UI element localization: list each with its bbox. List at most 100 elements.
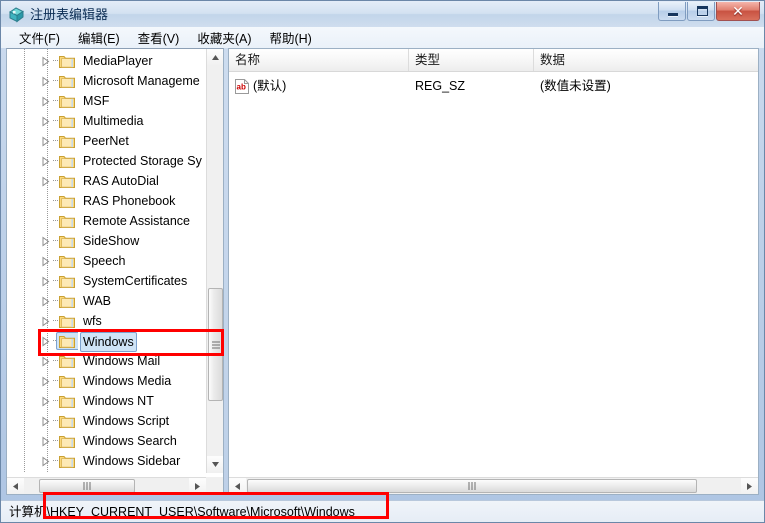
tree-node[interactable]: Protected Storage Sy <box>7 151 206 171</box>
cell-name: (默认) <box>253 79 287 93</box>
folder-icon <box>59 374 75 388</box>
folder-icon <box>59 314 75 328</box>
expand-triangle-icon[interactable] <box>40 456 51 467</box>
tree-node[interactable]: MediaPlayer <box>7 51 206 71</box>
expand-triangle-icon[interactable] <box>40 236 51 247</box>
tree-node-label: Protected Storage Sy <box>83 154 202 168</box>
cell-data: (数值未设置) <box>540 79 611 93</box>
table-row[interactable]: ab (默认) REG_SZ (数值未设置) <box>229 76 758 97</box>
tree-node-label: Windows <box>80 332 137 352</box>
tree-node-label: WAB <box>83 294 112 308</box>
folder-icon <box>59 454 75 468</box>
scroll-down-icon[interactable] <box>207 456 223 473</box>
tree-vertical-scrollbar-thumb[interactable] <box>208 288 223 401</box>
close-button[interactable]: ✕ <box>716 2 760 21</box>
scroll-right-icon[interactable] <box>741 478 758 494</box>
expand-triangle-icon[interactable] <box>40 336 51 347</box>
list-horizontal-scrollbar-thumb[interactable] <box>247 479 697 493</box>
scrollbar-corner <box>206 477 223 494</box>
tree-node-label: Windows Search <box>83 434 177 448</box>
tree-node[interactable]: Speech <box>7 251 206 271</box>
menu-help[interactable]: 帮助(H) <box>260 26 320 50</box>
tree-node-label: SideShow <box>83 234 140 248</box>
tree-node-selected[interactable]: Windows <box>7 331 206 352</box>
expand-triangle-icon[interactable] <box>40 256 51 267</box>
title-bar[interactable]: 注册表编辑器 ✕ <box>1 1 764 27</box>
expand-triangle-icon[interactable] <box>40 296 51 307</box>
menu-favorites[interactable]: 收藏夹(A) <box>188 26 260 50</box>
tree-node-list: MediaPlayer Microsoft Manageme MSF Multimed… <box>7 49 206 473</box>
tree-horizontal-scrollbar[interactable] <box>7 477 206 494</box>
folder-icon <box>59 434 75 448</box>
scroll-right-icon[interactable] <box>189 478 206 494</box>
scroll-left-icon[interactable] <box>229 478 246 494</box>
column-type[interactable]: 类型 <box>409 49 534 71</box>
tree-node[interactable]: SystemCertificates <box>7 271 206 291</box>
cell-type: REG_SZ <box>415 79 466 93</box>
folder-icon <box>59 234 75 248</box>
tree-node[interactable]: Windows Script <box>7 411 206 431</box>
menu-bar: 文件(F) 编辑(E) 查看(V) 收藏夹(A) 帮助(H) <box>1 27 764 48</box>
tree-node[interactable]: Windows Sidebar <box>7 451 206 471</box>
list-horizontal-scrollbar[interactable] <box>229 477 758 494</box>
expand-triangle-icon[interactable] <box>40 136 51 147</box>
expand-triangle-icon[interactable] <box>40 96 51 107</box>
scrollbar-grip-icon <box>468 482 476 490</box>
tree-node-label: Remote Assistance <box>83 214 190 228</box>
registry-editor-window: 注册表编辑器 ✕ 文件(F) 编辑(E) 查看(V) 收藏夹(A) 帮助(H) … <box>0 0 765 523</box>
minimize-icon <box>668 13 678 16</box>
expand-triangle-icon[interactable] <box>40 56 51 67</box>
expand-triangle-icon[interactable] <box>40 376 51 387</box>
scroll-left-icon[interactable] <box>7 478 24 494</box>
tree-node[interactable]: RAS AutoDial <box>7 171 206 191</box>
tree-node[interactable]: Windows Media <box>7 371 206 391</box>
tree-node[interactable]: wfs <box>7 311 206 331</box>
expand-triangle-icon[interactable] <box>40 396 51 407</box>
expand-triangle-icon[interactable] <box>40 116 51 127</box>
tree-node-label: Microsoft Manageme <box>83 74 200 88</box>
scroll-up-icon[interactable] <box>207 49 223 66</box>
tree-node[interactable]: Windows NT <box>7 391 206 411</box>
maximize-button[interactable] <box>687 2 715 21</box>
tree-node[interactable]: PeerNet <box>7 131 206 151</box>
tree-node[interactable]: SideShow <box>7 231 206 251</box>
scrollbar-grip-icon <box>83 482 91 490</box>
folder-icon <box>59 54 75 68</box>
folder-icon <box>59 94 75 108</box>
scrollbar-grip-icon <box>211 341 220 348</box>
tree-node[interactable]: Windows Search <box>7 431 206 451</box>
tree-vertical-scrollbar[interactable] <box>206 49 223 473</box>
tree-node[interactable]: MSF <box>7 91 206 111</box>
string-value-icon: ab <box>235 79 249 94</box>
expand-triangle-icon[interactable] <box>40 176 51 187</box>
menu-edit[interactable]: 编辑(E) <box>69 26 129 50</box>
column-name[interactable]: 名称 <box>229 49 409 71</box>
folder-icon <box>59 214 75 228</box>
folder-icon <box>59 294 75 308</box>
registry-values-panel: 名称 类型 数据 ab (默认) REG_SZ (数值未设置) <box>228 48 759 495</box>
tree-node[interactable]: RAS Phonebook <box>7 191 206 211</box>
folder-icon <box>59 334 75 348</box>
minimize-button[interactable] <box>658 2 686 21</box>
folder-icon <box>59 114 75 128</box>
expand-triangle-icon[interactable] <box>40 276 51 287</box>
maximize-icon <box>697 6 708 16</box>
tree-node[interactable]: WAB <box>7 291 206 311</box>
tree-node[interactable]: Windows Mail <box>7 351 206 371</box>
folder-icon <box>59 174 75 188</box>
expand-triangle-icon[interactable] <box>40 76 51 87</box>
status-bar: 计算机\HKEY_CURRENT_USER\Software\Microsoft… <box>1 500 764 522</box>
expand-triangle-icon[interactable] <box>40 436 51 447</box>
menu-view[interactable]: 查看(V) <box>129 26 189 50</box>
menu-file[interactable]: 文件(F) <box>10 26 69 50</box>
expand-triangle-icon[interactable] <box>40 356 51 367</box>
expand-triangle-icon[interactable] <box>40 416 51 427</box>
expand-triangle-icon[interactable] <box>40 156 51 167</box>
folder-icon <box>59 394 75 408</box>
tree-horizontal-scrollbar-thumb[interactable] <box>39 479 135 493</box>
expand-triangle-icon[interactable] <box>40 316 51 327</box>
column-data[interactable]: 数据 <box>534 49 758 71</box>
tree-node[interactable]: Remote Assistance <box>7 211 206 231</box>
tree-node[interactable]: Microsoft Manageme <box>7 71 206 91</box>
tree-node[interactable]: Multimedia <box>7 111 206 131</box>
